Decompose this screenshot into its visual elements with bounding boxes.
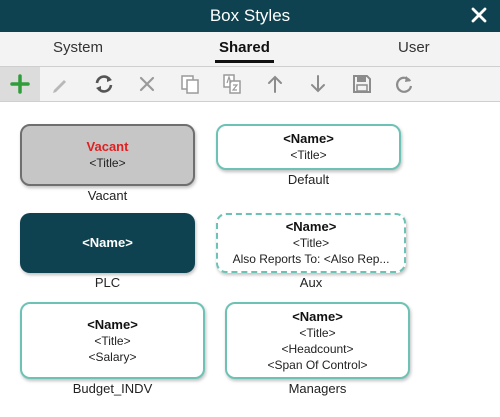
reset-icon — [396, 76, 413, 93]
save-icon — [353, 75, 371, 93]
copy-to-button[interactable] — [212, 67, 252, 101]
add-icon — [10, 74, 30, 94]
style-box-budget-indv[interactable]: <Name> <Title> <Salary> — [20, 302, 205, 379]
tab-user[interactable]: User — [398, 39, 430, 56]
move-up-button[interactable] — [255, 67, 295, 101]
refresh-button[interactable] — [84, 67, 124, 101]
style-box-vacant[interactable]: Vacant <Title> — [20, 124, 195, 186]
name-field: <Name> — [292, 308, 343, 324]
styles-canvas: Vacant <Title> Vacant <Name> <Title> Def… — [0, 102, 500, 417]
save-button[interactable] — [342, 67, 382, 101]
also-reports-to-field: Also Reports To: <Also Rep... — [232, 252, 390, 266]
title-field: <Title> — [94, 333, 131, 348]
name-field: <Name> — [283, 131, 334, 146]
style-box-managers[interactable]: <Name> <Title> <Headcount> <Span Of Cont… — [225, 302, 410, 379]
add-button[interactable] — [0, 67, 40, 101]
vacant-label: Vacant — [86, 139, 129, 154]
move-up-icon — [268, 75, 282, 93]
name-field: <Name> — [285, 219, 337, 234]
copy-icon — [181, 75, 199, 94]
close-icon[interactable] — [468, 4, 490, 26]
style-box-aux[interactable]: <Name> <Title> Also Reports To: <Also Re… — [216, 213, 406, 273]
style-caption-vacant: Vacant — [87, 188, 128, 203]
tab-system[interactable]: System — [53, 39, 103, 56]
span-of-control-field: <Span Of Control> — [267, 357, 368, 372]
style-caption-default: Default — [287, 172, 330, 187]
style-box-plc[interactable]: <Name> — [20, 213, 195, 273]
reset-button[interactable] — [384, 67, 424, 101]
copy-button[interactable] — [170, 67, 210, 101]
tab-bar: System Shared User — [0, 32, 500, 67]
delete-icon — [139, 76, 155, 92]
style-caption-budget-indv: Budget_INDV — [72, 381, 153, 396]
edit-icon — [53, 80, 66, 93]
delete-button[interactable] — [127, 67, 167, 101]
title-field: <Title> — [290, 148, 327, 162]
style-caption-aux: Aux — [299, 275, 323, 290]
name-field: <Name> — [87, 316, 138, 332]
title-field: <Title> — [299, 325, 336, 340]
move-down-button[interactable] — [298, 67, 338, 101]
style-box-default[interactable]: <Name> <Title> — [216, 124, 401, 170]
title-field: <Title> — [292, 236, 330, 250]
style-caption-managers: Managers — [288, 381, 347, 396]
refresh-icon — [95, 75, 113, 93]
salary-field: <Salary> — [88, 349, 137, 364]
name-field: <Name> — [82, 235, 133, 250]
tab-shared[interactable]: Shared — [215, 39, 274, 63]
window-title: Box Styles — [209, 6, 291, 25]
style-caption-plc: PLC — [94, 275, 121, 290]
copy-to-icon — [223, 74, 241, 94]
title-field: <Title> — [89, 156, 126, 170]
title-bar: Box Styles — [0, 0, 500, 32]
edit-button[interactable] — [40, 67, 80, 101]
toolbar — [0, 67, 500, 102]
headcount-field: <Headcount> — [281, 341, 354, 356]
move-down-icon — [311, 75, 325, 93]
